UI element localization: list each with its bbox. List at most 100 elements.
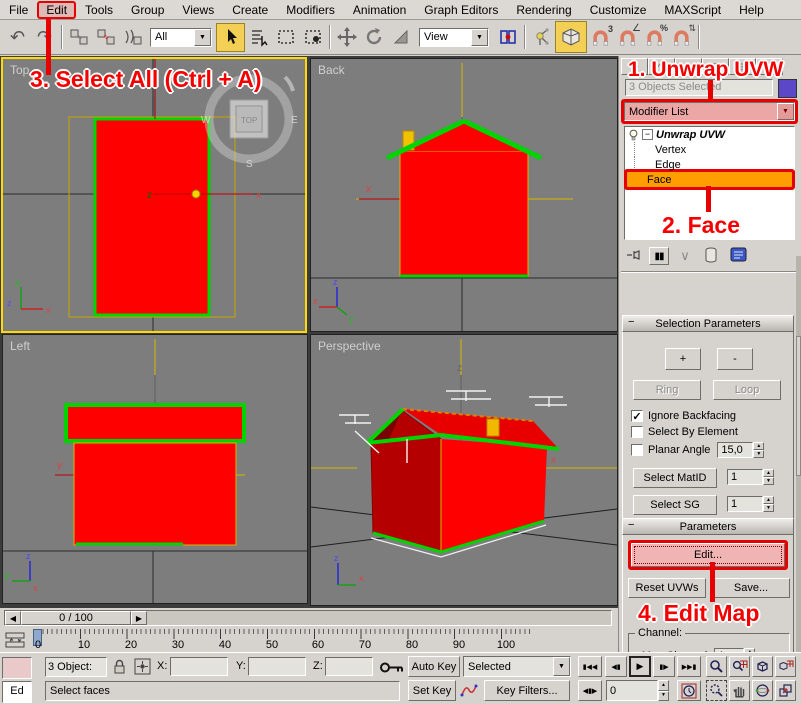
region-zoom-icon[interactable] — [706, 680, 727, 701]
select-sg-button[interactable]: Select SG — [633, 495, 717, 515]
menu-maxscript[interactable]: MAXScript — [655, 2, 730, 18]
configure-modifier-sets-icon[interactable] — [727, 247, 749, 265]
viewport-label[interactable]: Back — [318, 63, 346, 77]
key-mode-toggle-icon[interactable]: ◀▮▶ — [578, 680, 602, 701]
percent-snap-icon[interactable]: % — [641, 24, 668, 51]
previous-frame-button[interactable]: ◀▮ — [605, 656, 627, 677]
time-slider-next-icon[interactable]: ▶ — [131, 611, 147, 625]
absolute-offset-mode-icon[interactable] — [134, 658, 151, 678]
rollout-collapse-icon[interactable]: − — [628, 316, 634, 328]
time-slider-prev-icon[interactable]: ◀ — [5, 611, 21, 625]
menu-graph-editors[interactable]: Graph Editors — [415, 2, 507, 18]
viewport-perspective[interactable]: z y x — [310, 334, 618, 606]
menu-rendering[interactable]: Rendering — [507, 2, 580, 18]
menu-edit[interactable]: Edit — [37, 1, 76, 19]
sg-spinner[interactable]: 1 ▲▼ — [727, 496, 774, 512]
new-key-curve-icon[interactable] — [460, 682, 478, 701]
selection-filter-dropdown[interactable]: All ▼ — [150, 28, 212, 47]
zoom-extents-icon[interactable] — [752, 656, 773, 677]
go-to-end-button[interactable]: ▶▶▮ — [677, 656, 701, 677]
spin-up-icon[interactable]: ▲ — [763, 469, 774, 477]
spin-down-icon[interactable]: ▼ — [753, 450, 764, 458]
select-move-icon[interactable] — [333, 24, 360, 51]
selection-lock-icon[interactable] — [112, 658, 127, 678]
modifier-list-dropdown[interactable]: Modifier List ▼ — [624, 102, 795, 121]
viewport-left[interactable]: y z y x Left — [2, 334, 308, 604]
dropdown-arrow-icon[interactable]: ▼ — [777, 103, 794, 120]
stack-row-unwrap-uvw[interactable]: − Unwrap UVW — [625, 127, 794, 142]
spin-down-icon[interactable]: ▼ — [658, 691, 669, 702]
pin-stack-icon[interactable] — [623, 247, 643, 266]
grow-selection-button[interactable]: + — [665, 348, 701, 370]
compass-west[interactable]: W — [201, 115, 211, 126]
show-end-result-icon[interactable]: ▮▮ — [649, 247, 669, 265]
select-by-element-checkbox[interactable] — [631, 426, 643, 438]
stack-row-edge[interactable]: Edge — [634, 157, 794, 172]
ring-button[interactable]: Ring — [633, 380, 701, 400]
ignore-backfacing-checkbox[interactable]: ✓ — [631, 410, 643, 422]
current-frame-input[interactable] — [606, 680, 658, 701]
viewport-top[interactable]: z x TOP W E S y x — [1, 57, 307, 333]
house-top-view[interactable] — [95, 119, 209, 315]
panel-scrollbar-thumb[interactable] — [796, 336, 801, 476]
select-manipulate-icon[interactable] — [528, 24, 555, 51]
time-slider-track[interactable]: ◀ 0 / 100 ▶ — [4, 610, 612, 626]
spin-up-icon[interactable]: ▲ — [658, 680, 669, 691]
window-crossing-icon[interactable] — [299, 24, 326, 51]
maximize-viewport-toggle-icon[interactable] — [775, 680, 796, 701]
select-scale-icon[interactable] — [387, 24, 414, 51]
save-uvws-button[interactable]: Save... — [712, 578, 790, 598]
frame-spinner[interactable]: ▲▼ — [658, 680, 669, 701]
time-configuration-icon[interactable] — [677, 680, 701, 701]
rollout-collapse-icon[interactable]: − — [628, 519, 634, 531]
selected-set-dropdown[interactable]: Selected ▼ — [463, 656, 571, 677]
make-unique-icon[interactable]: ∨ — [675, 248, 695, 264]
edit-uvws-button[interactable]: Edit... — [631, 543, 785, 567]
planar-angle-checkbox[interactable] — [631, 444, 643, 456]
snaps-toggle-icon[interactable] — [555, 21, 587, 53]
auto-key-button[interactable]: Auto Key — [408, 656, 460, 677]
select-link-icon[interactable] — [65, 24, 92, 51]
spin-up-icon[interactable]: ▲ — [763, 496, 774, 504]
dropdown-arrow-icon[interactable]: ▼ — [194, 29, 211, 46]
select-matid-button[interactable]: Select MatID — [633, 468, 717, 488]
menu-group[interactable]: Group — [122, 2, 173, 18]
x-coord-input[interactable] — [170, 657, 228, 676]
menu-views[interactable]: Views — [173, 2, 223, 18]
pan-hand-icon[interactable] — [729, 680, 750, 701]
angle-snap-icon[interactable]: ∠ — [614, 24, 641, 51]
maxscript-listener-line[interactable] — [2, 657, 32, 679]
track-bar[interactable]: 0 10 20 30 40 50 60 70 80 90 100 — [0, 628, 618, 652]
house-back-view[interactable] — [387, 121, 541, 276]
house-left-view[interactable] — [66, 405, 244, 545]
menu-help[interactable]: Help — [730, 2, 773, 18]
menu-tools[interactable]: Tools — [76, 2, 122, 18]
viewport-label[interactable]: Left — [10, 339, 31, 353]
menu-create[interactable]: Create — [223, 2, 277, 18]
spin-down-icon[interactable]: ▼ — [763, 477, 774, 485]
spinner-snap-icon[interactable]: ⇅ — [668, 24, 695, 51]
spin-down-icon[interactable]: ▼ — [763, 504, 774, 512]
select-by-name-icon[interactable] — [245, 24, 272, 51]
z-coord-input[interactable] — [325, 657, 373, 676]
stack-row-face[interactable]: Face — [627, 172, 792, 187]
zoom-icon[interactable] — [706, 656, 727, 677]
compass-east[interactable]: E — [291, 115, 298, 126]
unlink-icon[interactable] — [92, 24, 119, 51]
loop-button[interactable]: Loop — [713, 380, 781, 400]
select-rotate-icon[interactable] — [360, 24, 387, 51]
dropdown-arrow-icon[interactable]: ▼ — [471, 29, 488, 46]
go-to-start-button[interactable]: ▮◀◀ — [578, 656, 602, 677]
reset-uvws-button[interactable]: Reset UVWs — [628, 578, 706, 598]
viewport-label[interactable]: Perspective — [318, 339, 381, 353]
menu-file[interactable]: File — [0, 2, 37, 18]
menu-animation[interactable]: Animation — [344, 2, 415, 18]
lightbulb-icon[interactable] — [628, 129, 639, 141]
selection-parameters-header[interactable]: − Selection Parameters — [622, 315, 794, 332]
time-slider-handle[interactable]: 0 / 100 — [21, 611, 131, 625]
spin-up-icon[interactable]: ▲ — [753, 442, 764, 450]
menu-customize[interactable]: Customize — [581, 2, 656, 18]
zoom-all-icon[interactable] — [729, 656, 750, 677]
select-object-icon[interactable] — [216, 23, 245, 52]
undo-icon[interactable]: ↶ — [4, 24, 31, 51]
